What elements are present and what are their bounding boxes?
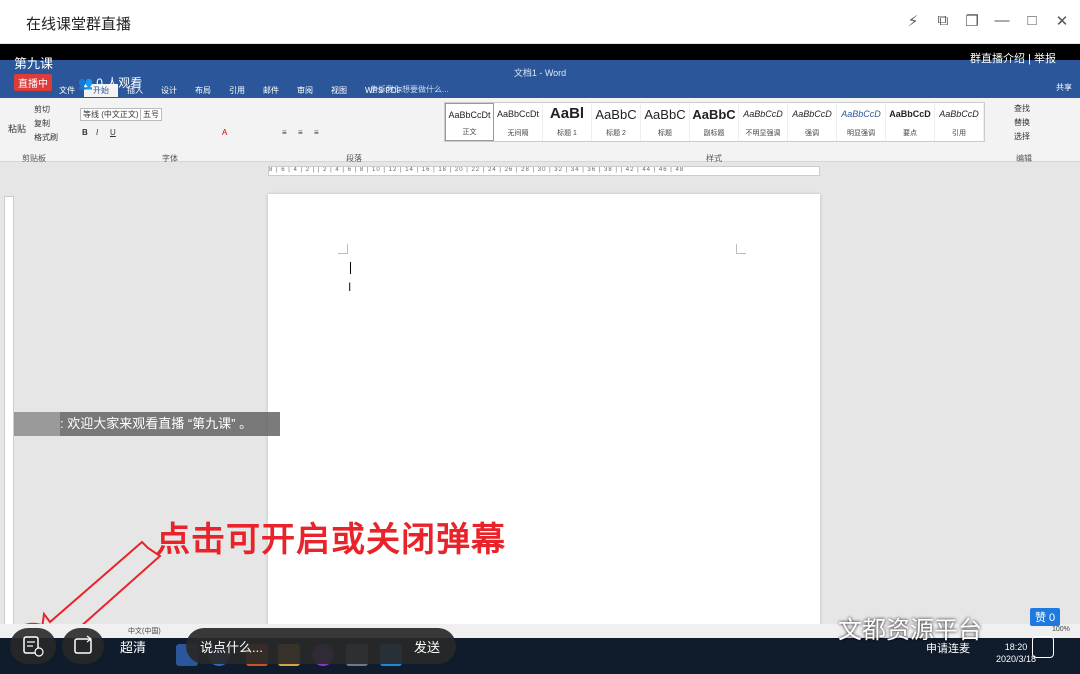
zoom-level[interactable]: 100%	[1052, 626, 1070, 633]
watermark-text: 文都资源平台	[838, 617, 982, 644]
danmu-toggle-button[interactable]	[10, 628, 56, 664]
send-button[interactable]: 发送	[414, 637, 440, 656]
annotation-arrow	[7, 540, 162, 674]
danmu-toggle-icon	[23, 636, 44, 657]
quality-selector[interactable]: 超清	[120, 637, 146, 656]
rotate-screen-button[interactable]	[62, 628, 104, 664]
language-status: 中文(中国)	[128, 628, 161, 635]
clock-date: 2020/3/18	[996, 654, 1037, 664]
thumbs-up-icon[interactable]	[1032, 636, 1054, 658]
comment-input[interactable]: 说点什么...	[200, 637, 263, 656]
like-count[interactable]: 赞 0	[1030, 608, 1061, 626]
taskbar-clock: 18:20 2020/3/18	[996, 641, 1036, 665]
rotate-screen-icon	[74, 635, 92, 654]
clock-time: 18:20	[1004, 642, 1028, 652]
